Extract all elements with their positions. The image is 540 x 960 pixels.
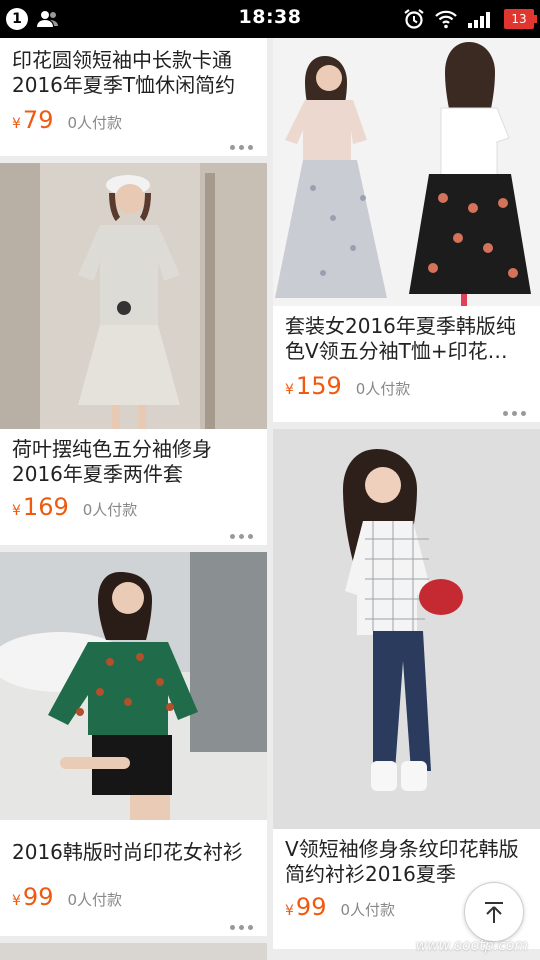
product-feed[interactable]: 印花圆领短袖中长款卡通2016年夏季T恤休闲简约 ¥ 79 0人付款 荷叶摆纯色… [0, 38, 540, 960]
product-title: 套装女2016年夏季韩版纯色V领五分袖T恤+印花… [285, 314, 516, 363]
currency-symbol: ¥ [12, 503, 21, 519]
product-card[interactable]: 2016韩版时尚印花女衬衫 ¥ 99 0人付款 [0, 552, 267, 936]
price-row: ¥ 79 0人付款 [0, 106, 267, 134]
product-title: 印花圆领短袖中长款卡通2016年夏季T恤休闲简约 [12, 48, 236, 97]
product-card[interactable]: V领短袖修身条纹印花韩版简约衬衫2016夏季 ¥ 99 0人付款 [273, 429, 540, 949]
product-title: 荷叶摆纯色五分袖修身2016年夏季两件套 [12, 437, 212, 486]
buyer-count: 0人付款 [82, 501, 138, 519]
buyer-count: 0人付款 [67, 114, 123, 132]
product-card[interactable] [0, 943, 267, 960]
back-to-top-button[interactable] [464, 882, 524, 942]
right-column: 套装女2016年夏季韩版纯色V领五分袖T恤+印花… ¥ 159 0人付款 V领短… [273, 38, 540, 956]
buyer-count: 0人付款 [355, 380, 411, 398]
currency-symbol: ¥ [285, 903, 294, 919]
price-row: ¥ 159 0人付款 [273, 372, 540, 400]
product-card[interactable]: 印花圆领短袖中长款卡通2016年夏季T恤休闲简约 ¥ 79 0人付款 [0, 38, 267, 156]
product-price: 79 [22, 106, 54, 134]
product-price: 169 [22, 493, 69, 521]
buyer-count: 0人付款 [340, 901, 396, 919]
product-title: 2016韩版时尚印花女衬衫 [12, 840, 243, 864]
more-options-icon[interactable] [230, 534, 253, 539]
currency-symbol: ¥ [285, 382, 294, 398]
price-row: ¥ 99 0人付款 [0, 883, 267, 911]
product-price: 99 [295, 893, 327, 921]
product-card[interactable]: 荷叶摆纯色五分袖修身2016年夏季两件套 ¥ 169 0人付款 [0, 163, 267, 545]
wifi-icon [435, 10, 457, 29]
buyer-count: 0人付款 [67, 891, 123, 909]
status-bar: 1 18:38 13 [0, 0, 540, 38]
more-options-icon[interactable] [503, 411, 526, 416]
arrow-up-to-line-icon [485, 902, 503, 923]
product-price: 99 [22, 883, 54, 911]
watermark: www.oootp.com [415, 938, 528, 954]
product-image[interactable] [273, 429, 540, 829]
price-row: ¥ 169 0人付款 [0, 493, 267, 521]
alarm-icon [404, 9, 424, 29]
more-options-icon[interactable] [230, 145, 253, 150]
currency-symbol: ¥ [12, 893, 21, 909]
product-title: V领短袖修身条纹印花韩版简约衬衫2016夏季 [285, 837, 519, 886]
left-column: 印花圆领短袖中长款卡通2016年夏季T恤休闲简约 ¥ 79 0人付款 荷叶摆纯色… [0, 38, 267, 960]
product-image[interactable] [0, 163, 267, 429]
product-price: 159 [295, 372, 342, 400]
product-image[interactable] [273, 38, 540, 306]
signal-icon [468, 12, 490, 28]
product-image[interactable] [0, 552, 267, 820]
currency-symbol: ¥ [12, 116, 21, 132]
product-card[interactable]: 套装女2016年夏季韩版纯色V领五分袖T恤+印花… ¥ 159 0人付款 [273, 38, 540, 422]
battery-icon: 13 [504, 9, 537, 29]
more-options-icon[interactable] [230, 925, 253, 930]
